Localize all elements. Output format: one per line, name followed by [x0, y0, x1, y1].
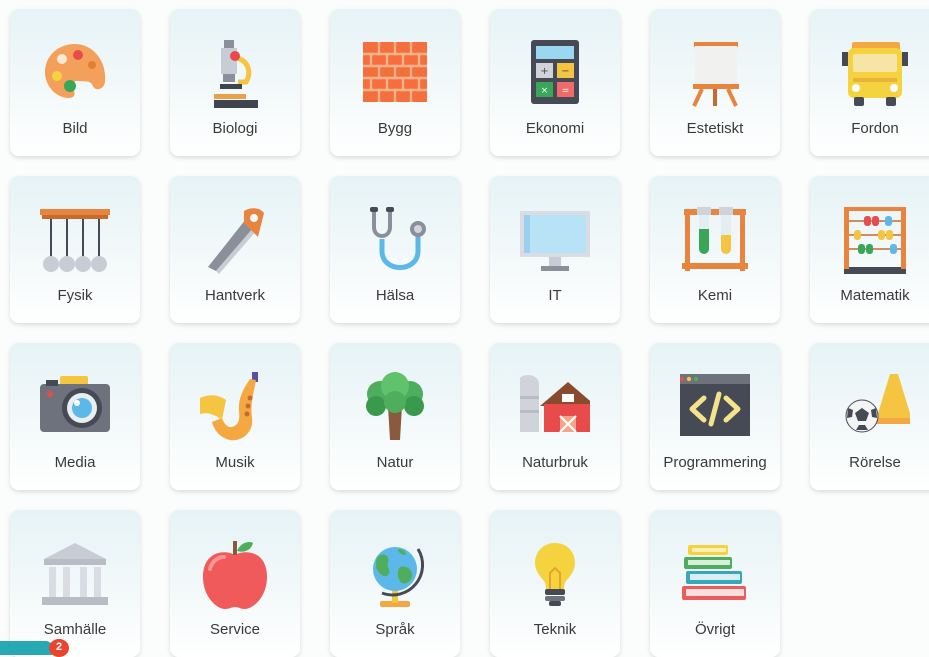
subject-label: Fysik	[57, 287, 93, 304]
subject-label: Service	[209, 621, 261, 638]
subject-card-estetiskt[interactable]: Estetiskt	[650, 9, 780, 156]
subject-label: Övrigt	[694, 621, 735, 638]
subject-label: Media	[54, 454, 96, 471]
tree-icon	[366, 372, 424, 440]
subject-card-fysik[interactable]: Fysik	[10, 176, 140, 323]
brick-wall-icon	[363, 42, 427, 102]
subject-label: Bygg	[377, 120, 413, 137]
subject-card-media[interactable]: Media	[10, 343, 140, 490]
subject-label: Språk	[375, 621, 415, 638]
subject-card-naturbruk[interactable]: Naturbruk	[490, 343, 620, 490]
subject-label: Natur	[376, 454, 414, 471]
subject-label: IT	[548, 287, 562, 304]
subject-card-service[interactable]: Service	[170, 510, 300, 657]
subject-card-bild[interactable]: Bild	[10, 9, 140, 156]
subject-label: Teknik	[533, 621, 577, 638]
soccer-ball-cone-icon	[845, 374, 910, 433]
microscope-icon	[214, 40, 258, 108]
subject-card-musik[interactable]: Musik	[170, 343, 300, 490]
subject-label: Ekonomi	[525, 120, 585, 137]
bus-icon	[842, 42, 908, 106]
subject-label: Estetiskt	[686, 120, 744, 137]
code-window-icon	[680, 374, 750, 436]
subject-label: Bild	[62, 120, 88, 137]
subject-label: Rörelse	[849, 454, 901, 471]
subject-label: Biologi	[212, 120, 258, 137]
subject-grid: Bild Biologi Bygg + − × = Ekonomi Esteti…	[10, 9, 929, 657]
abacus-icon	[844, 207, 906, 274]
svg-text:×: ×	[541, 86, 549, 96]
subject-card-matematik[interactable]: Matematik	[810, 176, 929, 323]
subject-label: Programmering	[663, 454, 767, 471]
subject-card-ekonomi[interactable]: + − × = Ekonomi	[490, 9, 620, 156]
barn-icon	[520, 375, 590, 433]
globe-icon	[373, 547, 425, 607]
subject-card-sprak[interactable]: Språk	[330, 510, 460, 657]
subject-card-it[interactable]: IT	[490, 176, 620, 323]
subject-card-rorelse[interactable]: Rörelse	[810, 343, 929, 490]
lightbulb-icon	[535, 543, 575, 606]
apple-icon	[203, 541, 267, 609]
newtons-cradle-icon	[40, 209, 110, 272]
subject-card-kemi[interactable]: Kemi	[650, 176, 780, 323]
subject-card-biologi[interactable]: Biologi	[170, 9, 300, 156]
subject-card-programmering[interactable]: Programmering	[650, 343, 780, 490]
government-building-icon	[42, 543, 108, 605]
notification-badge: 2	[49, 639, 69, 657]
subject-card-hantverk[interactable]: Hantverk	[170, 176, 300, 323]
subject-card-bygg[interactable]: Bygg	[330, 9, 460, 156]
saw-icon	[208, 208, 264, 274]
subject-card-teknik[interactable]: Teknik	[490, 510, 620, 657]
subject-label: Kemi	[697, 287, 733, 304]
book-stack-icon	[682, 545, 746, 600]
subject-label: Samhälle	[43, 621, 107, 638]
subject-label: Naturbruk	[522, 454, 588, 471]
svg-text:+: +	[540, 66, 548, 77]
subject-card-halsa[interactable]: Hälsa	[330, 176, 460, 323]
subject-card-ovrigt[interactable]: Övrigt	[650, 510, 780, 657]
test-tubes-icon	[682, 207, 748, 271]
subject-label: Musik	[215, 454, 255, 471]
subject-card-samhalle[interactable]: Samhälle	[10, 510, 140, 657]
subject-card-fordon[interactable]: Fordon	[810, 9, 929, 156]
calculator-icon: + − × =	[531, 40, 579, 104]
subject-card-natur[interactable]: Natur	[330, 343, 460, 490]
subject-label: Hälsa	[375, 287, 415, 304]
palette-icon	[45, 44, 106, 98]
subject-label: Fordon	[851, 120, 899, 137]
subject-label: Hantverk	[204, 287, 266, 304]
svg-text:=: =	[562, 86, 570, 96]
stethoscope-icon	[370, 207, 426, 270]
monitor-icon	[520, 211, 590, 271]
subject-label: Matematik	[840, 287, 910, 304]
easel-icon	[692, 42, 739, 107]
saxophone-icon	[200, 372, 258, 441]
svg-text:−: −	[561, 66, 569, 77]
camera-icon	[40, 376, 110, 432]
